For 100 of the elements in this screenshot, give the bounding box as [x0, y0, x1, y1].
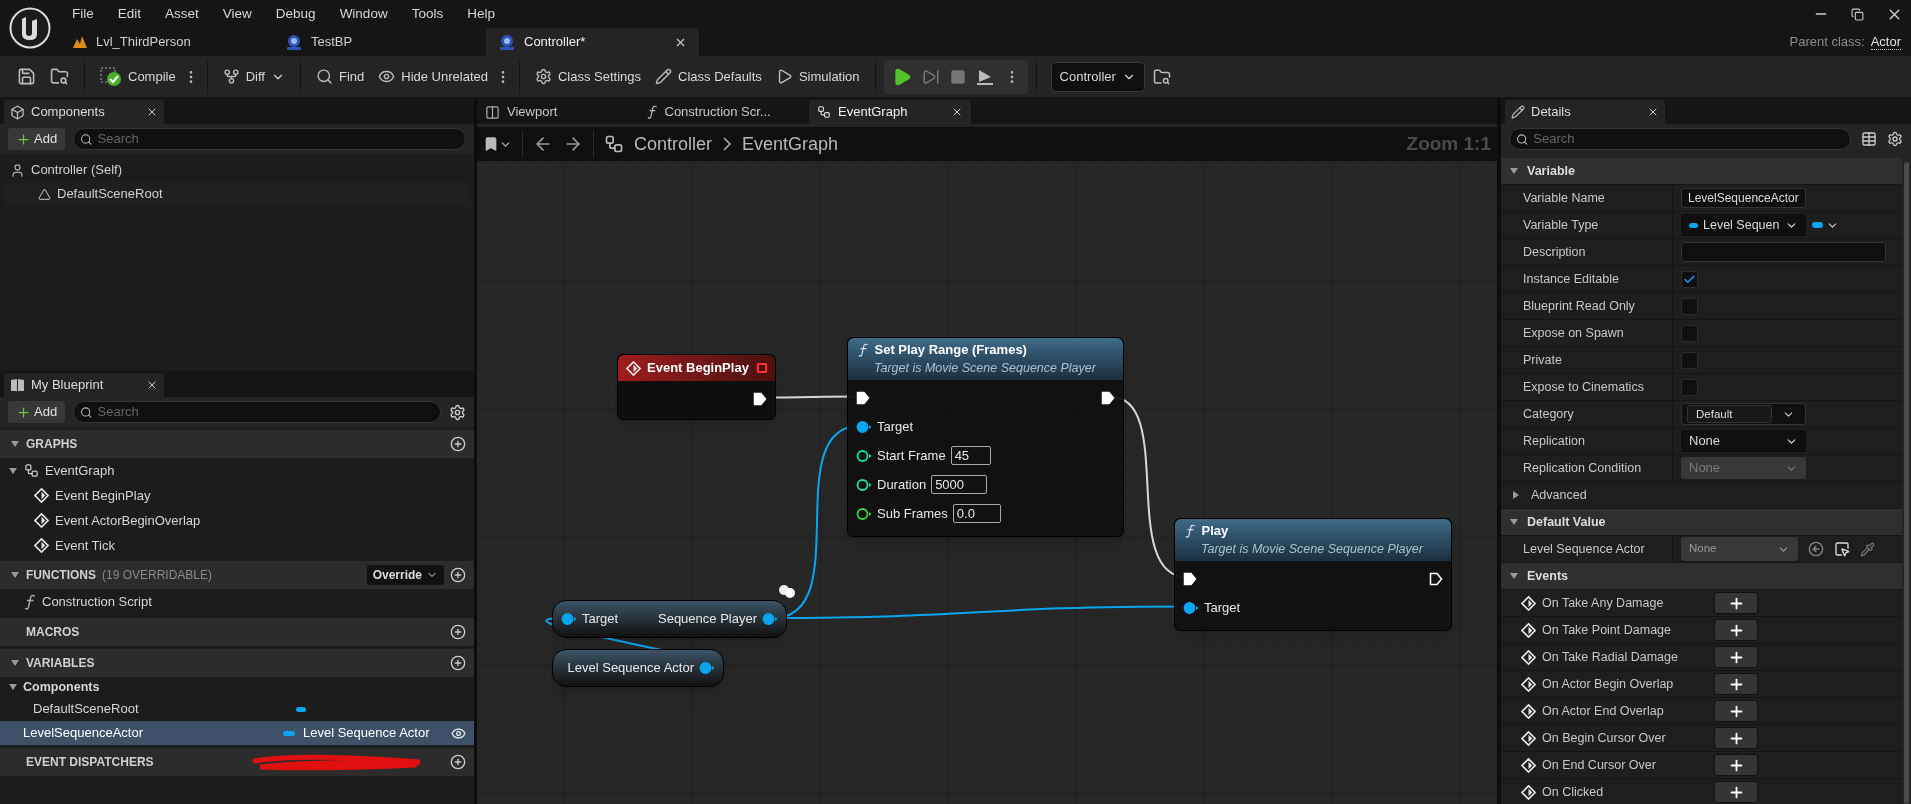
pure-function-node[interactable]: Target Sequence Player [552, 600, 787, 638]
dropdown[interactable]: None [1681, 430, 1806, 452]
tree-item[interactable]: Controller (Self) [0, 158, 474, 182]
pin-icon[interactable] [699, 661, 715, 675]
settings-icon[interactable] [1887, 131, 1903, 147]
asset-dropdown[interactable]: None [1681, 537, 1798, 561]
add-event-button[interactable] [1714, 619, 1758, 641]
pin-icon[interactable] [856, 506, 872, 521]
variable-getter-node[interactable]: Level Sequence Actor [552, 649, 724, 687]
expand-arrow-icon[interactable] [1509, 166, 1519, 176]
close-tab-icon[interactable] [146, 379, 158, 391]
category-row[interactable]: Components [0, 677, 474, 697]
eject-icon[interactable] [975, 67, 994, 86]
expand-arrow-icon[interactable] [10, 658, 20, 668]
hide-unrelated-button[interactable]: Hide Unrelated [371, 59, 495, 94]
menu-item[interactable]: Window [327, 3, 400, 25]
panel-tab[interactable]: Components [4, 100, 164, 124]
stop-icon[interactable] [949, 68, 966, 85]
compile-button[interactable]: Compile [93, 59, 183, 94]
expand-arrow-icon[interactable] [1509, 517, 1519, 527]
group-row[interactable]: Advanced [1501, 482, 1902, 509]
text-field[interactable] [1681, 242, 1886, 262]
add-circle-icon[interactable] [450, 567, 466, 583]
class-defaults-button[interactable]: Class Defaults [648, 59, 769, 94]
exec-pin-icon[interactable] [753, 391, 767, 406]
exec-pin-icon[interactable] [1101, 390, 1115, 405]
picker-icon[interactable] [1860, 541, 1875, 557]
menu-item[interactable]: Help [455, 3, 507, 25]
section-header[interactable]: GRAPHS [0, 430, 474, 458]
search-field[interactable]: Search [97, 129, 459, 149]
pin-value-field[interactable]: 0.0 [952, 504, 1001, 523]
search-bar[interactable]: Search [73, 401, 441, 423]
text-field[interactable]: LevelSequenceActor [1681, 188, 1806, 208]
section-header[interactable]: Variable [1501, 158, 1902, 185]
override-dropdown[interactable]: Override [366, 565, 444, 585]
add-event-button[interactable] [1714, 673, 1758, 695]
variable-row[interactable]: DefaultSceneRoot [0, 697, 474, 721]
add-circle-icon[interactable] [450, 624, 466, 640]
expand-arrow-icon[interactable] [10, 439, 20, 449]
menu-item[interactable]: Asset [153, 3, 211, 25]
add-event-button[interactable] [1714, 754, 1758, 776]
class-settings-button[interactable]: Class Settings [527, 59, 649, 94]
checkbox[interactable] [1681, 351, 1698, 369]
function-node[interactable]: Play Target is Movie Scene Sequence Player Target [1174, 518, 1452, 631]
checkbox[interactable] [1681, 324, 1698, 342]
browse-asset-icon[interactable] [1834, 541, 1850, 557]
type-dropdown[interactable]: Level Sequen [1681, 214, 1806, 236]
add-circle-icon[interactable] [450, 436, 466, 452]
pin-icon[interactable] [856, 448, 872, 463]
find-object-icon[interactable] [1152, 67, 1171, 86]
settings-icon[interactable] [449, 403, 466, 421]
expand-arrow-icon[interactable] [1511, 490, 1521, 500]
add-event-button[interactable] [1714, 781, 1758, 803]
panel-tab[interactable]: Details [1505, 100, 1665, 124]
engine-logo-icon[interactable] [9, 7, 51, 49]
close-tab-icon[interactable] [951, 106, 963, 118]
diff-button[interactable]: Diff [215, 59, 292, 94]
graph-tab[interactable]: Viewport [477, 100, 639, 124]
use-selected-icon[interactable] [1808, 541, 1824, 557]
expand-arrow-icon[interactable] [1509, 571, 1519, 581]
document-tab[interactable]: Lvl_ThirdPerson [60, 28, 273, 56]
tree-item[interactable]: Event Tick [0, 533, 474, 558]
document-tab[interactable]: Controller* [486, 28, 699, 56]
search-bar[interactable]: Search [1509, 128, 1851, 150]
add-event-button[interactable] [1714, 646, 1758, 668]
checkbox[interactable] [1681, 378, 1698, 396]
menu-item[interactable]: Edit [105, 3, 154, 25]
eye-icon[interactable] [451, 725, 466, 741]
pin-value-field[interactable]: 45 [950, 446, 991, 465]
panel-tab[interactable]: My Blueprint [4, 373, 164, 397]
close-tab-icon[interactable] [146, 106, 158, 118]
variable-row[interactable]: LevelSequenceActor Level Sequence Actor [0, 721, 474, 745]
pin-icon[interactable] [1183, 600, 1199, 615]
add-button[interactable]: Add [8, 401, 66, 423]
section-header[interactable]: Events [1501, 563, 1902, 590]
close-tab-icon[interactable] [1647, 106, 1659, 118]
menu-item[interactable]: View [210, 3, 264, 25]
pin-icon[interactable] [762, 612, 778, 626]
category-combo[interactable]: Default [1681, 403, 1806, 425]
graph-tab[interactable]: EventGraph [809, 100, 971, 124]
section-header[interactable]: VARIABLES [0, 649, 474, 677]
document-tab[interactable]: TestBP [273, 28, 486, 56]
parent-class-link[interactable]: Actor [1870, 34, 1901, 50]
add-circle-icon[interactable] [450, 754, 466, 770]
debug-object-dropdown[interactable]: Controller [1050, 61, 1145, 92]
section-header[interactable]: Default Value [1501, 509, 1902, 536]
add-event-button[interactable] [1714, 727, 1758, 749]
pin-icon[interactable] [856, 419, 872, 434]
table-icon[interactable] [1861, 131, 1877, 147]
section-header[interactable]: MACROS [0, 618, 474, 646]
function-node[interactable]: Set Play Range (Frames) Target is Movie Scene Sequence Player Target Start Frame 45 Duration 5000 Sub Frames 0.0 [847, 337, 1124, 537]
breadcrumb-item[interactable]: EventGraph [742, 130, 839, 158]
section-header[interactable]: FUNCTIONS (19 OVERRIDABLE) Override [0, 561, 474, 589]
checkbox[interactable] [1681, 297, 1698, 315]
breadcrumb-item[interactable]: Controller [634, 130, 713, 158]
exec-pin-icon[interactable] [856, 390, 870, 405]
step-icon[interactable] [921, 67, 940, 86]
exec-pin-icon[interactable] [1429, 571, 1443, 586]
event-node[interactable]: Event BeginPlay [617, 354, 776, 420]
add-event-button[interactable] [1714, 592, 1758, 614]
